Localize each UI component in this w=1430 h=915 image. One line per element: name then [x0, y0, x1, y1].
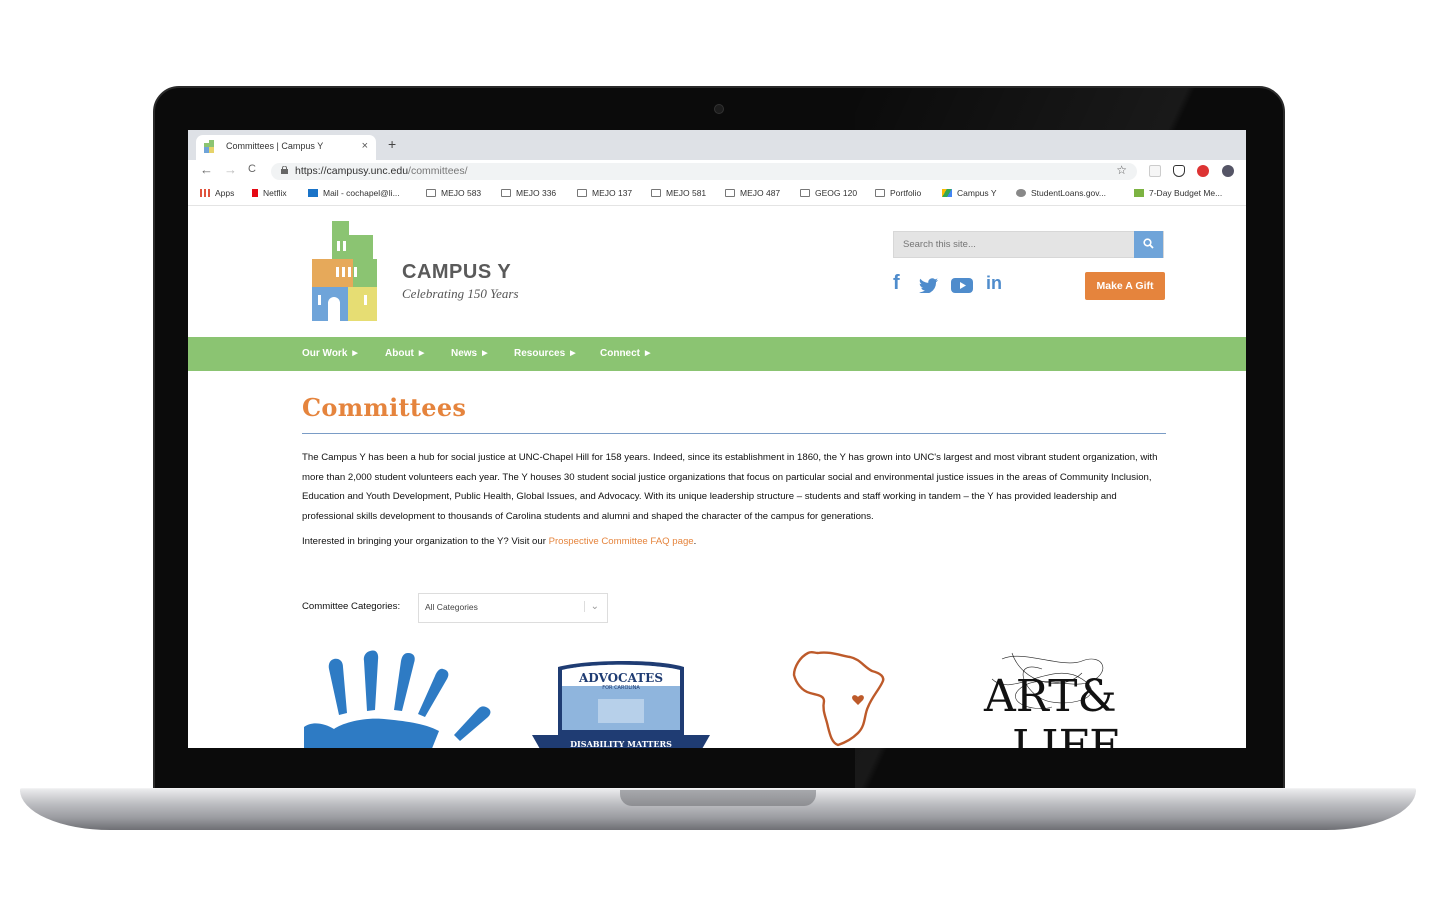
categories-label: Committee Categories: [302, 601, 401, 612]
caret-right-icon: ▶ [352, 350, 358, 357]
nav-our-work[interactable]: Our Work ▶ [302, 348, 358, 359]
categories-select[interactable]: All Categories ⌄ [418, 593, 608, 623]
facebook-icon[interactable]: f [893, 272, 900, 295]
art-life-line-1: ART& [983, 671, 1117, 722]
folder-icon [725, 189, 735, 197]
shield-icon[interactable] [1173, 165, 1185, 177]
campus-y-logo[interactable] [312, 221, 377, 321]
bookmark-mejo-336[interactable]: MEJO 336 [501, 188, 556, 198]
faq-paragraph: Interested in bringing your organization… [302, 536, 697, 547]
page-title: Committees [302, 393, 467, 422]
advocates-wordmark: ADVOCATES [578, 671, 663, 685]
netflix-icon [252, 189, 258, 197]
nav-about[interactable]: About ▶ [385, 348, 424, 359]
site-header: CAMPUS Y Celebrating 150 Years f in Make… [188, 206, 1246, 337]
folder-icon [577, 189, 587, 197]
bookmark-budget[interactable]: 7-Day Budget Me... [1134, 188, 1222, 198]
bookmark-mail[interactable]: Mail - cochapel@li... [308, 188, 400, 198]
url-path: /committees/ [408, 165, 468, 177]
committee-tile-africa[interactable] [790, 649, 900, 748]
tab-title: Committees | Campus Y [226, 141, 324, 151]
url-host: https://campusy.unc.edu [295, 165, 409, 177]
title-divider [302, 433, 1166, 434]
folder-icon [875, 189, 885, 197]
bookmark-mejo-137[interactable]: MEJO 137 [577, 188, 632, 198]
chevron-down-icon: ⌄ [583, 601, 599, 612]
drive-icon [942, 189, 952, 197]
browser-tab[interactable]: Committees | Campus Y × [196, 135, 376, 160]
laptop-notch [620, 790, 816, 806]
bookmark-geog-120[interactable]: GEOG 120 [800, 188, 857, 198]
reload-button[interactable]: C [248, 163, 256, 175]
bookmark-apps[interactable]: Apps [200, 188, 234, 198]
url-field[interactable]: https://campusy.unc.edu/committees/ ☆ [271, 163, 1137, 180]
bookmark-netflix[interactable]: Netflix [252, 188, 287, 198]
bookmark-star-icon[interactable]: ☆ [1116, 163, 1127, 177]
bookmark-mejo-581[interactable]: MEJO 581 [651, 188, 706, 198]
youtube-icon[interactable] [951, 278, 973, 293]
bookmark-mejo-487[interactable]: MEJO 487 [725, 188, 780, 198]
bookmark-mejo-583[interactable]: MEJO 583 [426, 188, 481, 198]
bookmarks-bar: Apps Netflix Mail - cochapel@li... MEJO … [188, 182, 1246, 206]
folder-icon [426, 189, 436, 197]
lock-icon [281, 166, 288, 174]
advocates-banner: DISABILITY MATTERS [570, 739, 672, 748]
caret-right-icon: ▶ [570, 350, 576, 357]
folder-icon [651, 189, 661, 197]
outlook-icon [308, 189, 318, 197]
categories-value: All Categories [425, 602, 478, 612]
caret-right-icon: ▶ [482, 350, 488, 357]
logo-tagline: Celebrating 150 Years [402, 286, 519, 301]
tab-bar: Committees | Campus Y × + [188, 130, 1246, 160]
laptop-mockup: Committees | Campus Y × + ← → C https://… [0, 0, 1430, 915]
close-tab-icon[interactable]: × [362, 140, 368, 152]
bookmark-studentloans[interactable]: StudentLoans.gov... [1016, 188, 1106, 198]
nav-resources[interactable]: Resources ▶ [514, 348, 576, 359]
committee-grid: ADVOCATES FOR CAROLINA DISABILITY MATTER… [302, 649, 1166, 748]
extension-icon[interactable] [1149, 165, 1161, 177]
twitter-icon[interactable] [919, 278, 938, 293]
caret-right-icon: ▶ [645, 350, 651, 357]
caret-right-icon: ▶ [418, 350, 425, 357]
site-search [893, 231, 1164, 258]
make-a-gift-button[interactable]: Make A Gift [1085, 272, 1165, 300]
search-input[interactable] [894, 232, 1136, 257]
nav-news[interactable]: News ▶ [451, 348, 488, 359]
back-button[interactable]: ← [200, 162, 213, 177]
campus-y-favicon [204, 140, 214, 153]
browser-window: Committees | Campus Y × + ← → C https://… [188, 130, 1246, 748]
forward-button[interactable]: → [224, 162, 237, 177]
folder-icon [800, 189, 810, 197]
folder-icon [501, 189, 511, 197]
bookmark-portfolio[interactable]: Portfolio [875, 188, 921, 198]
linkedin-icon[interactable]: in [986, 273, 1002, 294]
search-button[interactable] [1134, 231, 1163, 258]
bookmark-campus-y[interactable]: Campus Y [942, 188, 997, 198]
logo-name: CAMPUS Y [402, 261, 512, 283]
seal-icon [1016, 189, 1026, 197]
new-tab-button[interactable]: + [388, 136, 396, 152]
committee-tile-handprint[interactable] [304, 649, 494, 748]
webcam [714, 104, 724, 114]
committee-tile-advocates[interactable]: ADVOCATES FOR CAROLINA DISABILITY MATTER… [532, 649, 717, 748]
profile-avatar[interactable] [1222, 165, 1234, 177]
adblock-icon[interactable] [1197, 165, 1209, 177]
art-life-line-2: LIFE [1012, 721, 1121, 748]
faq-link[interactable]: Prospective Committee FAQ page [549, 536, 694, 547]
intro-paragraph: The Campus Y has been a hub for social j… [302, 452, 1158, 522]
main-nav: Our Work ▶ About ▶ News ▶ Resources ▶ Connec… [188, 337, 1246, 371]
search-icon [1143, 238, 1154, 249]
apps-grid-icon [200, 189, 210, 197]
budget-icon [1134, 189, 1144, 197]
committee-tile-art-and-life[interactable]: ART& LIFE [982, 649, 1166, 748]
nav-connect[interactable]: Connect ▶ [600, 348, 650, 359]
advocates-sub: FOR CAROLINA [602, 685, 640, 691]
address-bar-row: ← → C https://campusy.unc.edu/committees… [188, 160, 1246, 182]
